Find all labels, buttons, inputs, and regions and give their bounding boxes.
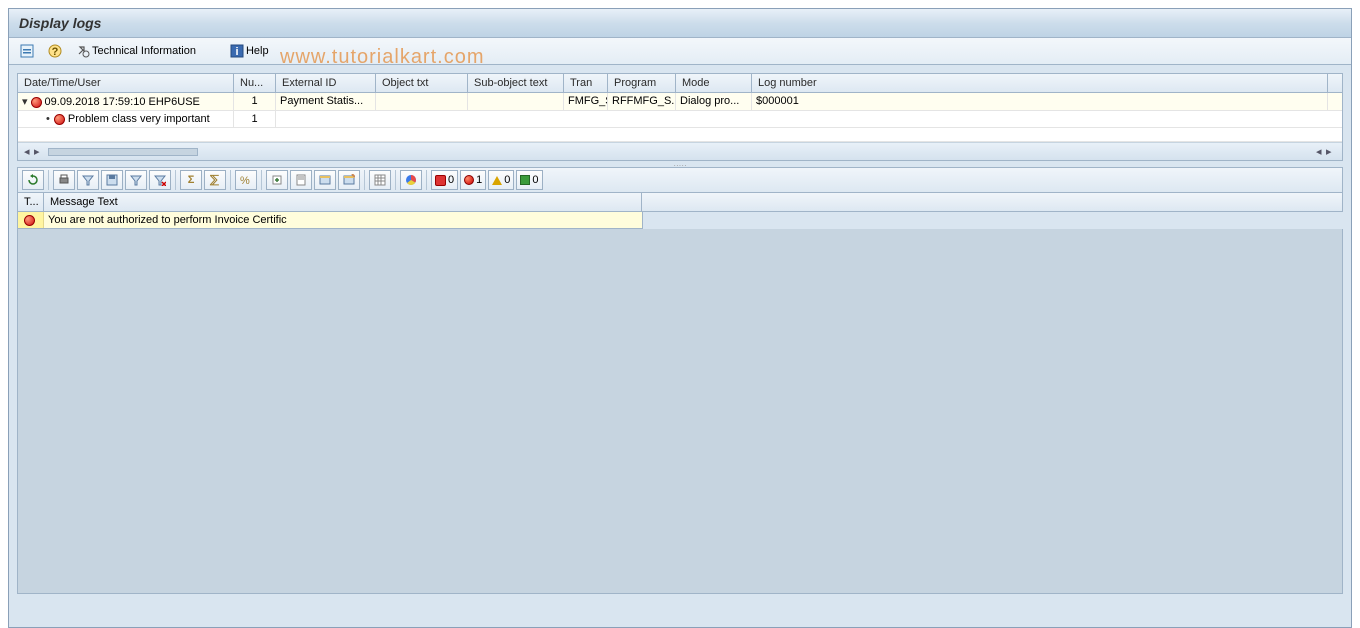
info-details-button[interactable] xyxy=(15,41,39,61)
help-label: Help xyxy=(246,45,269,57)
col-sub-object-text[interactable]: Sub-object text xyxy=(468,74,564,92)
scroll-left2-icon[interactable]: ◂ xyxy=(1316,145,1326,158)
save-button[interactable] xyxy=(101,170,123,190)
scroll-left-icon[interactable]: ◂ xyxy=(24,145,34,158)
col-program[interactable]: Program xyxy=(608,74,676,92)
help-button[interactable]: i Help xyxy=(225,41,274,61)
col-number[interactable]: Nu... xyxy=(234,74,276,92)
row-child-num: 1 xyxy=(234,111,276,127)
grid-button[interactable] xyxy=(369,170,391,190)
row-num: 1 xyxy=(234,93,276,110)
filter-button[interactable] xyxy=(77,170,99,190)
row-objtxt xyxy=(376,93,468,110)
col-type[interactable]: T... xyxy=(18,193,44,211)
window-frame: Display logs ? Technical Information i H… xyxy=(8,8,1352,628)
filter-delete-button[interactable] xyxy=(149,170,171,190)
row-tran: FMFG_SS... xyxy=(564,93,608,110)
svg-text:%: % xyxy=(240,175,250,186)
row-child-text: Problem class very important xyxy=(68,113,210,125)
chart-button[interactable] xyxy=(400,170,422,190)
message-text-cell: You are not authorized to perform Invoic… xyxy=(44,212,642,228)
col-mode[interactable]: Mode xyxy=(676,74,752,92)
row-extid: Payment Statis... xyxy=(276,93,376,110)
col-tran[interactable]: Tran xyxy=(564,74,608,92)
warning-count-button[interactable]: 0 xyxy=(488,170,514,190)
success-count-button[interactable]: 0 xyxy=(516,170,542,190)
stop-icon xyxy=(435,175,446,186)
table-row[interactable]: •Problem class very important 1 xyxy=(18,111,1342,128)
warn-count: 0 xyxy=(504,174,510,186)
row-lognum: $000001 xyxy=(752,93,1328,110)
error-status-icon xyxy=(24,215,35,226)
help-question-button[interactable]: ? xyxy=(43,41,67,61)
sum-button[interactable]: Σ xyxy=(180,170,202,190)
svg-text:⅀: ⅀ xyxy=(209,174,219,186)
col-datetime-user[interactable]: Date/Time/User xyxy=(18,74,234,92)
abort-count-button[interactable]: 0 xyxy=(431,170,458,190)
text-button[interactable] xyxy=(290,170,312,190)
success-icon xyxy=(520,175,530,185)
export-button[interactable] xyxy=(266,170,288,190)
ok-count: 0 xyxy=(532,174,538,186)
message-type-cell xyxy=(18,212,44,228)
col-object-txt[interactable]: Object txt xyxy=(376,74,468,92)
column-header-row: Date/Time/User Nu... External ID Object … xyxy=(18,74,1342,93)
svg-text:?: ? xyxy=(52,46,59,58)
layout-button[interactable] xyxy=(314,170,336,190)
main-toolbar: ? Technical Information i Help www.tutor… xyxy=(9,38,1351,65)
error-count-button[interactable]: 1 xyxy=(460,170,486,190)
col-message-text[interactable]: Message Text xyxy=(44,193,642,211)
error-count: 1 xyxy=(476,174,482,186)
error-status-icon xyxy=(54,114,65,125)
watermark-text: www.tutorialkart.com xyxy=(280,46,485,69)
subtotal-button[interactable]: ⅀ xyxy=(204,170,226,190)
message-toolbar: Σ ⅀ % 0 1 0 0 xyxy=(17,167,1343,193)
message-row[interactable]: You are not authorized to perform Invoic… xyxy=(17,212,643,229)
collapse-icon[interactable]: ▾ xyxy=(22,96,28,108)
row-subobj xyxy=(468,93,564,110)
technical-information-button[interactable]: Technical Information xyxy=(71,41,201,61)
warning-icon xyxy=(492,176,502,185)
error-status-icon xyxy=(31,97,42,108)
error-icon xyxy=(464,175,474,185)
navigate-button[interactable]: % xyxy=(235,170,257,190)
print-button[interactable] xyxy=(53,170,75,190)
row-program: RFFMFG_S... xyxy=(608,93,676,110)
title-bar: Display logs xyxy=(9,9,1351,38)
message-header-row: T... Message Text xyxy=(17,193,1343,212)
stop-count: 0 xyxy=(448,174,454,186)
row-datetime: 09.09.2018 17:59:10 EHP6USE xyxy=(45,96,200,108)
layout-change-button[interactable] xyxy=(338,170,360,190)
scroll-right2-icon[interactable]: ▸ xyxy=(1326,145,1336,158)
empty-message-area xyxy=(17,229,1343,594)
page-title: Display logs xyxy=(19,15,101,31)
refresh-button[interactable] xyxy=(22,170,44,190)
svg-text:i: i xyxy=(235,46,238,58)
col-log-number[interactable]: Log number xyxy=(752,74,1328,92)
horizontal-scrollbar[interactable]: ◂ ▸ ◂ ▸ xyxy=(18,142,1342,160)
col-spacer xyxy=(1328,74,1342,92)
col-external-id[interactable]: External ID xyxy=(276,74,376,92)
scroll-right-icon[interactable]: ▸ xyxy=(34,145,44,158)
technical-information-label: Technical Information xyxy=(92,45,196,57)
log-tree-panel: Date/Time/User Nu... External ID Object … xyxy=(17,73,1343,161)
content-area: Date/Time/User Nu... External ID Object … xyxy=(9,65,1351,627)
row-mode: Dialog pro... xyxy=(676,93,752,110)
filter2-button[interactable] xyxy=(125,170,147,190)
tree-rows: ▾ 09.09.2018 17:59:10 EHP6USE 1 Payment S… xyxy=(18,93,1342,142)
table-row[interactable]: ▾ 09.09.2018 17:59:10 EHP6USE 1 Payment S… xyxy=(18,93,1342,111)
scroll-track[interactable] xyxy=(48,148,198,156)
